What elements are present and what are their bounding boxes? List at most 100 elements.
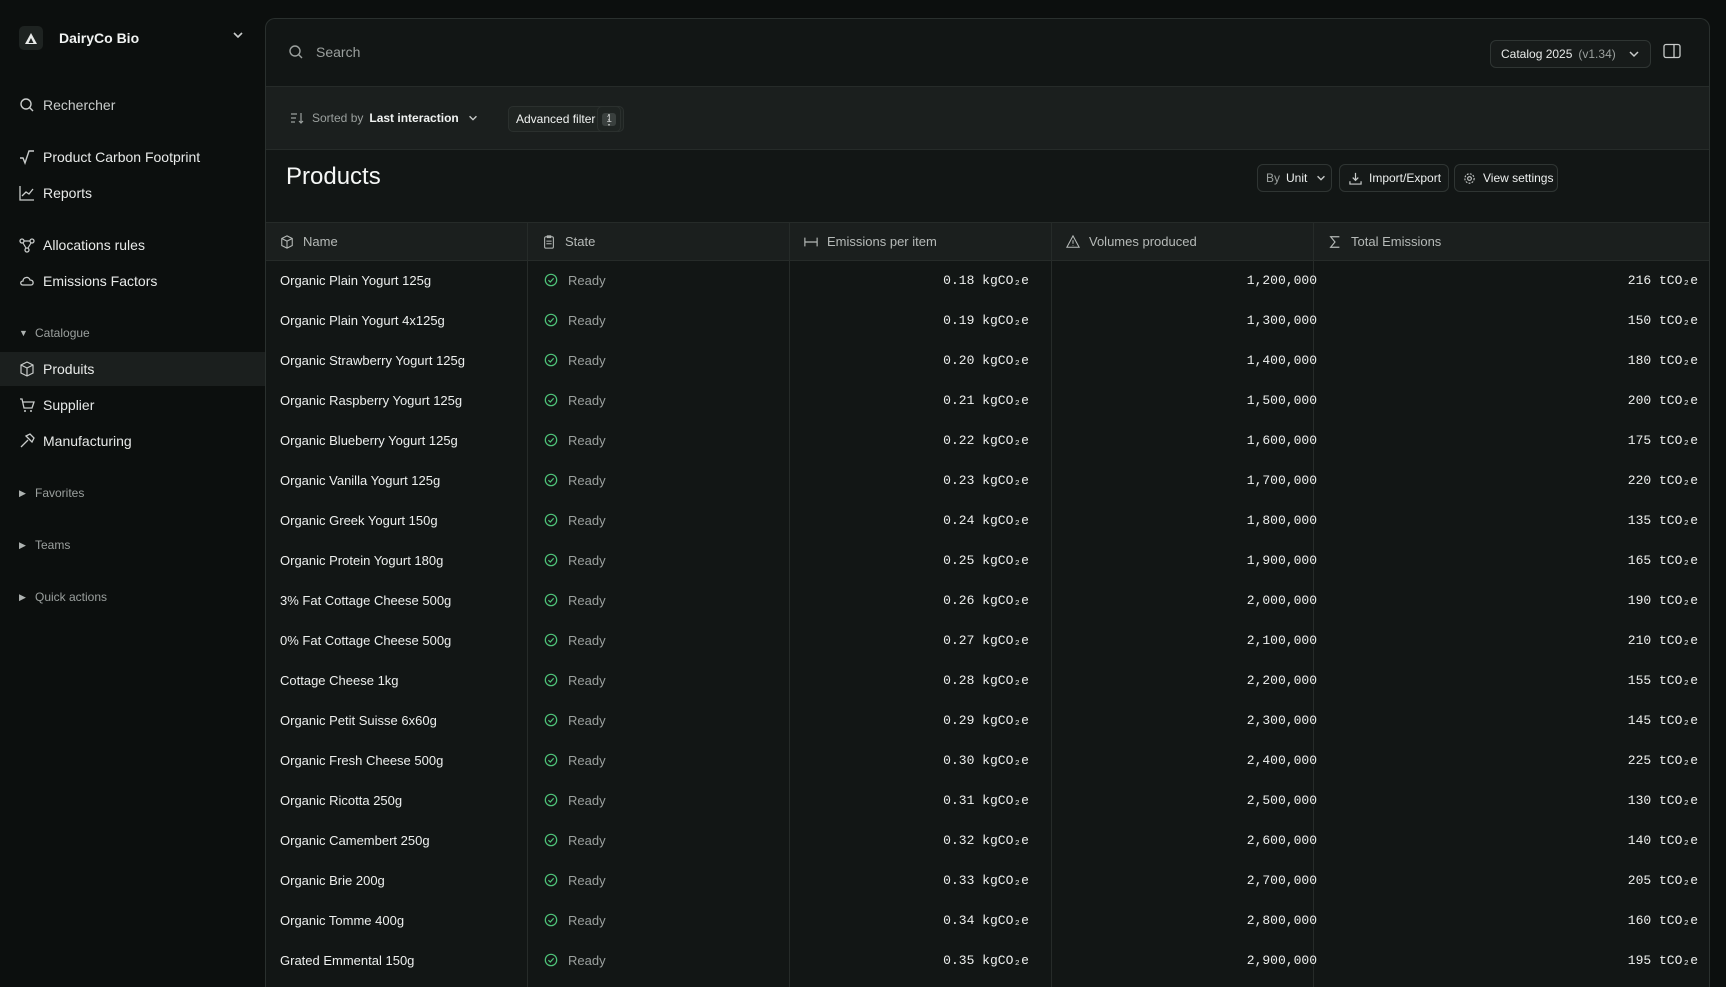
table-row[interactable]: 3% Fat Cottage Cheese 500g Ready 0.26 kgCO…: [266, 580, 1709, 620]
import-export-label: Import/Export: [1369, 171, 1442, 185]
table-row[interactable]: Organic Fresh Cheese 500g Ready 0.30 kgCO₂…: [266, 740, 1709, 780]
table-row[interactable]: Organic Strawberry Yogurt 125g Ready 0.20 …: [266, 340, 1709, 380]
caret-right-icon: ▶: [19, 539, 26, 550]
sidebar-item-label: Emissions Factors: [43, 273, 158, 289]
column-header-total-emissions[interactable]: Total Emissions: [1328, 223, 1441, 260]
product-name: Cottage Cheese 1kg: [280, 672, 399, 688]
page-title: Products: [286, 163, 381, 190]
total-emissions: 140 tCO₂e: [1627, 832, 1698, 848]
table-row[interactable]: Organic Greek Yogurt 150g Ready 0.24 kgCO₂…: [266, 500, 1709, 540]
sidebar-item-supplier[interactable]: Supplier: [0, 388, 265, 422]
total-emissions: 150 tCO₂e: [1627, 312, 1698, 328]
state-cell: Ready: [544, 500, 606, 540]
more-options-icon[interactable]: ⋮: [597, 106, 621, 132]
check-circle-icon: [544, 313, 558, 327]
product-name: Organic Petit Suisse 6x60g: [280, 712, 437, 728]
table-row[interactable]: Organic Ricotta 250g Ready 0.31 kgCO₂e 2,50…: [266, 780, 1709, 820]
emissions-per-item: 0.35 kgCO₂e: [943, 952, 1029, 968]
view-settings-button[interactable]: View settings: [1454, 164, 1558, 192]
table-body: Organic Plain Yogurt 125g Ready 0.18 kgCO₂…: [266, 260, 1709, 980]
state-label: Ready: [568, 952, 606, 968]
check-circle-icon: [544, 873, 558, 887]
total-emissions: 220 tCO₂e: [1627, 472, 1698, 488]
product-name: Organic Ricotta 250g: [280, 792, 403, 808]
search-input[interactable]: Search: [288, 41, 688, 63]
state-cell: Ready: [544, 860, 606, 900]
search-placeholder: Search: [316, 44, 361, 60]
emissions-per-item: 0.27 kgCO₂e: [943, 632, 1029, 648]
check-circle-icon: [544, 273, 558, 287]
chevron-down-icon: [468, 115, 477, 121]
product-name: Organic Strawberry Yogurt 125g: [280, 352, 465, 368]
column-header-state[interactable]: State: [542, 223, 595, 260]
column-header-name[interactable]: Name: [280, 223, 338, 260]
state-cell: Ready: [544, 740, 606, 780]
state-label: Ready: [568, 512, 606, 528]
emissions-per-item: 0.28 kgCO₂e: [943, 672, 1029, 688]
table-row[interactable]: Organic Petit Suisse 6x60g Ready 0.29 kgCO…: [266, 700, 1709, 740]
total-emissions: 165 tCO₂e: [1627, 552, 1698, 568]
table-row[interactable]: Organic Plain Yogurt 125g Ready 0.18 kgCO₂…: [266, 260, 1709, 300]
sidebar-item-allocations-rules[interactable]: Allocations rules: [0, 228, 265, 262]
share-nodes-icon: [19, 238, 35, 253]
table-row[interactable]: Organic Tomme 400g Ready 0.34 kgCO₂e 2,800,…: [266, 900, 1709, 940]
table-row[interactable]: Organic Raspberry Yogurt 125g Ready 0.21 k…: [266, 380, 1709, 420]
volume-produced: 2,900,000: [1246, 952, 1317, 968]
emissions-per-item: 0.26 kgCO₂e: [943, 592, 1029, 608]
table-row[interactable]: Organic Blueberry Yogurt 125g Ready 0.22 k…: [266, 420, 1709, 460]
sidebar-item-product-carbon-footprint[interactable]: Product Carbon Footprint: [0, 140, 265, 174]
state-label: Ready: [568, 792, 606, 808]
table-header: Name State Emissions per item Volumes pr…: [266, 222, 1709, 261]
total-emissions: 180 tCO₂e: [1627, 352, 1698, 368]
check-circle-icon: [544, 793, 558, 807]
state-label: Ready: [568, 832, 606, 848]
emissions-per-item: 0.22 kgCO₂e: [943, 432, 1029, 448]
total-emissions: 225 tCO₂e: [1627, 752, 1698, 768]
unit-dropdown[interactable]: By Unit: [1257, 164, 1332, 192]
table-row[interactable]: Organic Brie 200g Ready 0.33 kgCO₂e 2,700,0…: [266, 860, 1709, 900]
table-row[interactable]: Organic Protein Yogurt 180g Ready 0.25 kgC…: [266, 540, 1709, 580]
sidebar-item-reports[interactable]: Reports: [0, 176, 265, 210]
sidebar-search[interactable]: Rechercher: [0, 88, 265, 122]
org-logo-icon: [19, 26, 43, 50]
emissions-per-item: 0.31 kgCO₂e: [943, 792, 1029, 808]
check-circle-icon: [544, 553, 558, 567]
product-name: Organic Vanilla Yogurt 125g: [280, 472, 441, 488]
column-header-volumes-produced[interactable]: Volumes produced: [1066, 223, 1197, 260]
caret-right-icon: ▶: [19, 591, 26, 602]
table-row[interactable]: Grated Emmental 150g Ready 0.35 kgCO₂e 2,90…: [266, 940, 1709, 980]
sidebar-item-manufacturing[interactable]: Manufacturing: [0, 424, 265, 458]
catalog-name: Catalog 2025: [1501, 47, 1573, 61]
total-emissions: 130 tCO₂e: [1627, 792, 1698, 808]
table-row[interactable]: Organic Plain Yogurt 4x125g Ready 0.19 kgC…: [266, 300, 1709, 340]
sidebar-group-teams[interactable]: ▶ Teams: [0, 534, 265, 556]
sidebar-item-produits[interactable]: Produits: [0, 352, 265, 386]
table-row[interactable]: 0% Fat Cottage Cheese 500g Ready 0.27 kgCO…: [266, 620, 1709, 660]
import-export-button[interactable]: Import/Export: [1339, 164, 1449, 192]
column-header-emissions-per-item[interactable]: Emissions per item: [804, 223, 937, 260]
sort-dropdown[interactable]: Sorted by Last interaction: [290, 107, 479, 129]
state-cell: Ready: [544, 420, 606, 460]
table-row[interactable]: Organic Camembert 250g Ready 0.32 kgCO₂e 2,…: [266, 820, 1709, 860]
table-row[interactable]: Cottage Cheese 1kg Ready 0.28 kgCO₂e 2,200,…: [266, 660, 1709, 700]
volume-produced: 1,400,000: [1246, 352, 1317, 368]
sidebar-group-label: Catalogue: [35, 326, 90, 340]
search-icon: [20, 98, 34, 112]
table-row[interactable]: Organic Vanilla Yogurt 125g Ready 0.23 kgC…: [266, 460, 1709, 500]
sidebar-panel-toggle-icon[interactable]: [1663, 43, 1681, 59]
sidebar-group-favorites[interactable]: ▶ Favorites: [0, 482, 265, 504]
sidebar: DairyCo Bio Rechercher Product Carbon Fo…: [0, 0, 265, 986]
sqrt-icon: [20, 150, 34, 165]
sidebar-group-catalogue[interactable]: ▼ Catalogue: [0, 322, 265, 344]
sidebar-group-quick-actions[interactable]: ▶ Quick actions: [0, 586, 265, 608]
catalog-selector[interactable]: Catalog 2025 (v1.34): [1490, 40, 1651, 68]
org-switcher[interactable]: DairyCo Bio: [19, 23, 259, 53]
state-label: Ready: [568, 592, 606, 608]
state-label: Ready: [568, 672, 606, 688]
sidebar-item-emissions-factors[interactable]: Emissions Factors: [0, 264, 265, 298]
state-cell: Ready: [544, 660, 606, 700]
total-emissions: 160 tCO₂e: [1627, 912, 1698, 928]
state-cell: Ready: [544, 780, 606, 820]
sidebar-item-label: Supplier: [43, 397, 95, 413]
emissions-per-item: 0.18 kgCO₂e: [943, 272, 1029, 288]
